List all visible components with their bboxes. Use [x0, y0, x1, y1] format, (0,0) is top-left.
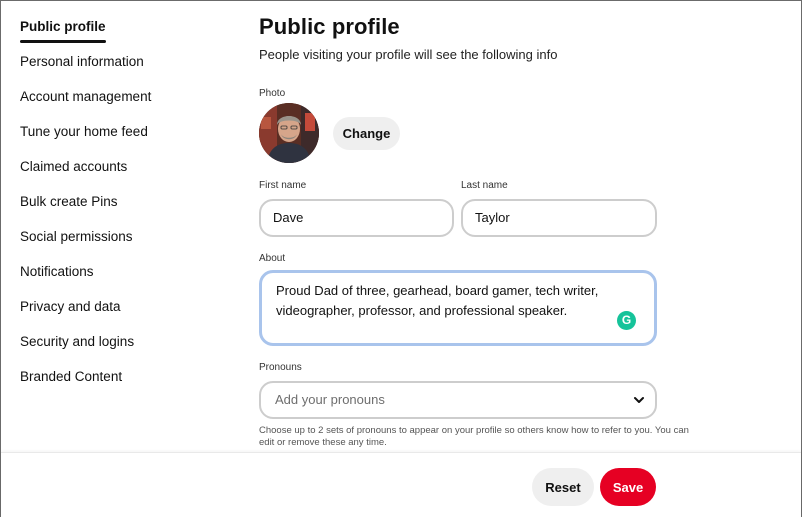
first-name-label: First name — [259, 180, 307, 191]
about-label: About — [259, 253, 286, 264]
sidebar-item-label: Public profile — [20, 16, 106, 43]
sidebar-item-bulk-create-pins[interactable]: Bulk create Pins — [20, 191, 220, 226]
sidebar-item-personal-information[interactable]: Personal information — [20, 51, 220, 86]
about-text: Proud Dad of three, gearhead, board game… — [276, 283, 599, 318]
photo-label: Photo — [259, 88, 286, 99]
sidebar-item-account-management[interactable]: Account management — [20, 86, 220, 121]
page-subtitle: People visiting your profile will see th… — [259, 47, 558, 62]
pronouns-label: Pronouns — [259, 362, 302, 373]
settings-sidebar: Public profile Personal information Acco… — [20, 16, 220, 401]
sidebar-item-label: Security and logins — [20, 334, 135, 349]
last-name-field[interactable]: Taylor — [461, 199, 657, 237]
change-photo-button[interactable]: Change — [333, 117, 400, 150]
sidebar-item-public-profile[interactable]: Public profile — [20, 16, 220, 51]
page-title: Public profile — [259, 14, 400, 39]
sidebar-item-label: Branded Content — [20, 369, 123, 384]
sidebar-item-label: Bulk create Pins — [20, 194, 118, 209]
sidebar-item-label: Personal information — [20, 54, 144, 69]
sidebar-item-notifications[interactable]: Notifications — [20, 261, 220, 296]
save-button[interactable]: Save — [600, 468, 656, 506]
sidebar-item-label: Tune your home feed — [20, 124, 148, 139]
sidebar-item-label: Account management — [20, 89, 152, 104]
pronouns-placeholder: Add your pronouns — [275, 392, 385, 407]
sidebar-item-social-permissions[interactable]: Social permissions — [20, 226, 220, 261]
avatar-photo — [259, 103, 319, 163]
sidebar-item-security-and-logins[interactable]: Security and logins — [20, 331, 220, 366]
last-name-label: Last name — [461, 180, 508, 191]
sidebar-item-label: Notifications — [20, 264, 94, 279]
about-textarea[interactable]: Proud Dad of three, gearhead, board game… — [259, 270, 657, 346]
reset-button[interactable]: Reset — [532, 468, 594, 506]
sidebar-item-privacy-and-data[interactable]: Privacy and data — [20, 296, 220, 331]
grammarly-icon[interactable]: G — [617, 311, 636, 330]
sidebar-item-branded-content[interactable]: Branded Content — [20, 366, 220, 401]
sidebar-item-tune-home-feed[interactable]: Tune your home feed — [20, 121, 220, 156]
sidebar-item-label: Privacy and data — [20, 299, 121, 314]
pronouns-select[interactable]: Add your pronouns — [259, 381, 657, 419]
avatar — [259, 103, 319, 163]
form-footer: Reset Save — [1, 452, 801, 517]
sidebar-item-label: Social permissions — [20, 229, 133, 244]
pronouns-helper-text: Choose up to 2 sets of pronouns to appea… — [259, 425, 689, 448]
chevron-down-icon — [634, 397, 644, 403]
sidebar-item-claimed-accounts[interactable]: Claimed accounts — [20, 156, 220, 191]
sidebar-item-label: Claimed accounts — [20, 159, 128, 174]
first-name-field[interactable]: Dave — [259, 199, 454, 237]
